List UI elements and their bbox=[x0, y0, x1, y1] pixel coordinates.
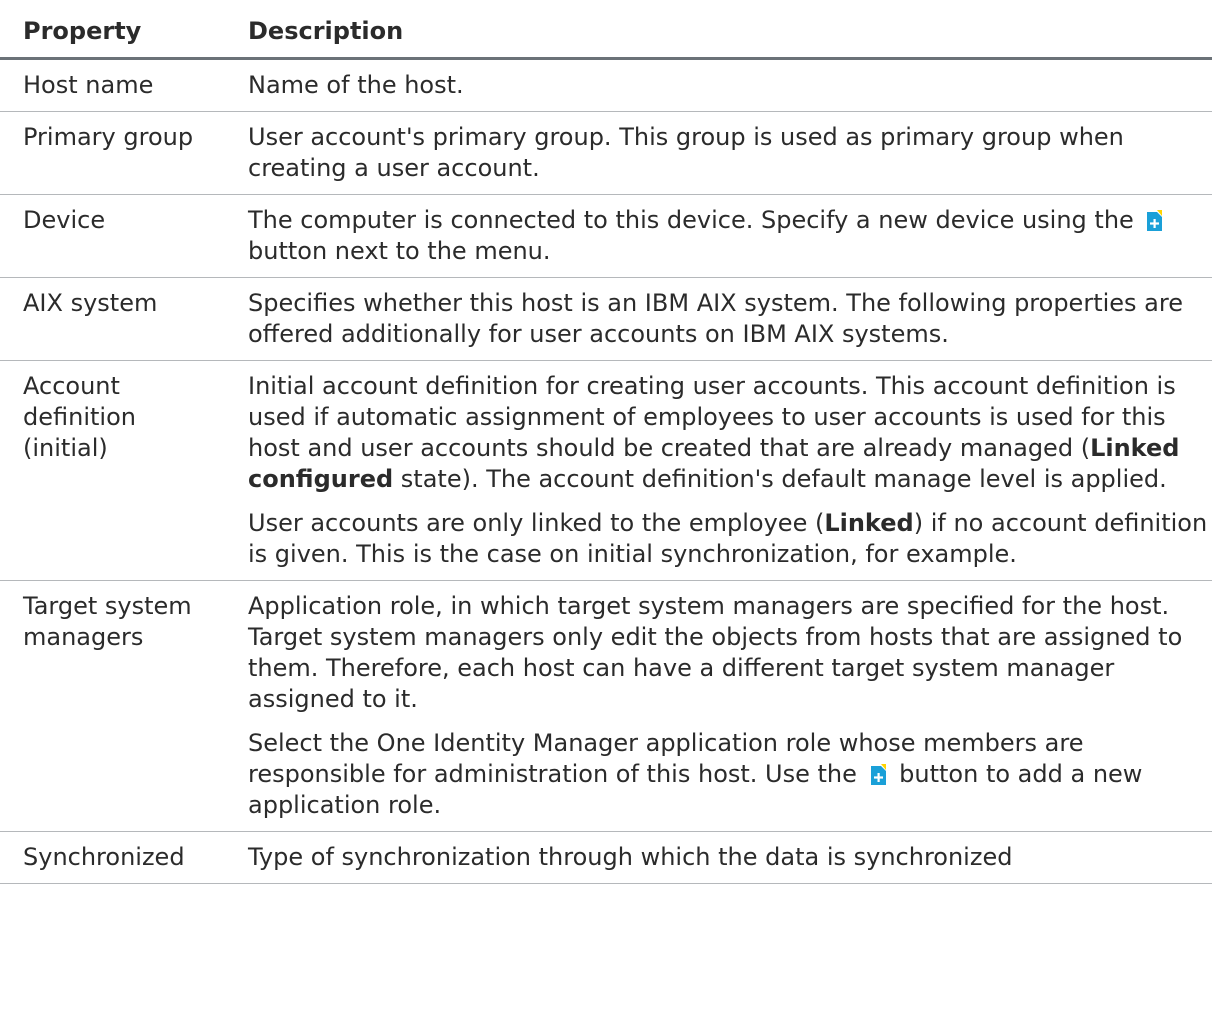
target-system-managers-paragraph-2: Select the One Identity Manager applicat… bbox=[248, 728, 1212, 821]
description-device: The computer is connected to this device… bbox=[227, 194, 1212, 278]
state-linked: Linked bbox=[824, 509, 914, 537]
table-row: Target system managers Application role,… bbox=[0, 580, 1212, 832]
description-account-definition: Initial account definition for creating … bbox=[227, 360, 1212, 581]
text: Initial account definition for creating … bbox=[248, 372, 1176, 462]
description-target-system-managers: Application role, in which target system… bbox=[227, 580, 1212, 832]
table-row: Device The computer is connected to this… bbox=[0, 194, 1212, 278]
property-table: Property Description Host name Name of t… bbox=[0, 0, 1212, 884]
add-icon bbox=[870, 764, 886, 785]
table-row: Synchronized Type of synchronization thr… bbox=[0, 831, 1212, 884]
account-definition-paragraph-2: User accounts are only linked to the emp… bbox=[248, 508, 1212, 570]
property-host-name: Host name bbox=[0, 58, 227, 112]
description-synchronized-by: Type of synchronization through which th… bbox=[227, 831, 1212, 884]
property-device: Device bbox=[0, 194, 227, 278]
description-aix-system: Specifies whether this host is an IBM AI… bbox=[227, 277, 1212, 361]
text: state). The account definition's default… bbox=[393, 465, 1167, 493]
table-row: Primary group User account's primary gro… bbox=[0, 111, 1212, 195]
description-host-name: Name of the host. bbox=[227, 58, 1212, 112]
property-primary-group: Primary group bbox=[0, 111, 227, 195]
table-header-row: Property Description bbox=[0, 0, 1212, 60]
table-row: Host name Name of the host. bbox=[0, 58, 1212, 112]
description-primary-group: User account's primary group. This group… bbox=[227, 111, 1212, 195]
device-desc-text-end: button next to the menu. bbox=[248, 237, 551, 265]
header-description: Description bbox=[227, 0, 1212, 60]
account-definition-paragraph-1: Initial account definition for creating … bbox=[248, 371, 1212, 495]
add-icon bbox=[1147, 210, 1163, 231]
property-account-definition: Account definition (initial) bbox=[0, 360, 227, 581]
device-desc-text: The computer is connected to this device… bbox=[248, 206, 1142, 234]
text: User accounts are only linked to the emp… bbox=[248, 509, 825, 537]
property-target-system-managers: Target system managers bbox=[0, 580, 227, 832]
property-synchronized-by: Synchronized bbox=[0, 831, 227, 884]
table-row: Account definition (initial) Initial acc… bbox=[0, 360, 1212, 581]
target-system-managers-paragraph-1: Application role, in which target system… bbox=[248, 592, 1183, 713]
property-aix-system: AIX system bbox=[0, 277, 227, 361]
table-row: AIX system Specifies whether this host i… bbox=[0, 277, 1212, 361]
header-property: Property bbox=[0, 0, 227, 60]
